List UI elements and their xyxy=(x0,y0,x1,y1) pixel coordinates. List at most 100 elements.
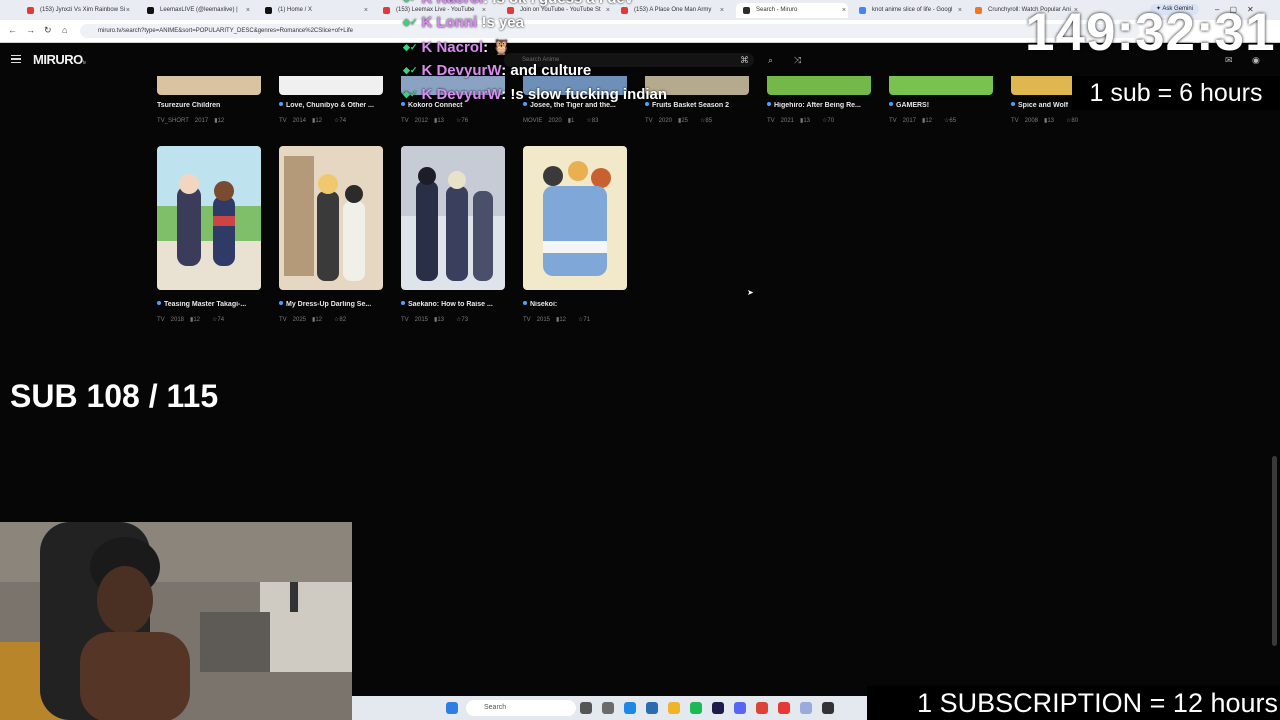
app-icon-red[interactable] xyxy=(778,702,790,714)
obs-icon[interactable] xyxy=(822,702,834,714)
browser-tab[interactable]: knot anime slice of life - Googl × xyxy=(852,3,964,18)
sub-count: ▮12 xyxy=(556,317,567,323)
site-logo[interactable]: MIRUROtv xyxy=(33,52,86,67)
anime-card[interactable]: Tsurezure Children TV_SHORT 2017 ▮12 xyxy=(157,102,263,124)
subscription-rule-banner: 1 SUBSCRIPTION = 12 hours xyxy=(867,686,1280,720)
anime-poster[interactable] xyxy=(645,76,749,95)
anime-title-text: Kokoro Connect xyxy=(408,102,463,109)
browser-tab[interactable]: (153) Jynxzi Vs Xim Rainbow Si × xyxy=(20,3,132,18)
task-view-icon[interactable] xyxy=(580,702,592,714)
anime-poster[interactable] xyxy=(889,76,993,95)
score: ☆74 xyxy=(334,118,347,124)
anime-card[interactable]: Kokoro Connect TV 2012 ▮13 ☆76 xyxy=(401,102,507,124)
anime-poster[interactable] xyxy=(523,146,627,290)
store-icon[interactable] xyxy=(646,702,658,714)
anime-title[interactable]: Tsurezure Children xyxy=(157,102,263,109)
chrome-icon[interactable] xyxy=(756,702,768,714)
poster-art-dressup xyxy=(279,146,383,290)
anime-card[interactable]: Saekano: How to Raise ... TV 2015 ▮13 ☆73 xyxy=(401,146,507,323)
browser-tab[interactable]: Join on YouTube - YouTube St × xyxy=(500,3,612,18)
sub-rule-banner: 1 sub = 6 hours xyxy=(1072,76,1280,110)
sub-count-value: 12 xyxy=(559,317,567,323)
shuffle-icon[interactable]: ⤨ xyxy=(794,55,801,66)
anime-meta: TV_SHORT 2017 ▮12 xyxy=(157,117,263,124)
discord-icon[interactable] xyxy=(734,702,746,714)
spotify-icon[interactable] xyxy=(690,702,702,714)
anime-type: TV xyxy=(1011,118,1019,124)
anime-card[interactable]: Higehiro: After Being Re... TV 2021 ▮13 ☆70 xyxy=(767,102,873,124)
menu-icon[interactable] xyxy=(11,55,21,63)
score-value: 82 xyxy=(339,317,347,323)
anime-card[interactable]: My Dress-Up Darling Se... TV 2025 ▮12 ☆82 xyxy=(279,146,385,323)
forward-icon[interactable]: → xyxy=(26,25,35,35)
search-icon[interactable]: ⌕ xyxy=(768,55,773,66)
scrollbar[interactable] xyxy=(1272,456,1277,646)
anime-poster[interactable] xyxy=(523,76,627,95)
tab-close-icon[interactable]: × xyxy=(958,3,962,18)
anime-title[interactable]: Love, Chunibyo & Other ... xyxy=(279,102,385,109)
anime-card[interactable]: Nisekoi: TV 2015 ▮12 ☆71 xyxy=(523,146,629,323)
anime-card[interactable]: Love, Chunibyo & Other ... TV 2014 ▮12 ☆74 xyxy=(279,102,385,124)
browser-tab[interactable]: (153) A Place One Man Army × xyxy=(614,3,726,18)
anime-title[interactable]: Nisekoi: xyxy=(523,301,629,308)
browser-tab[interactable]: (153) Leemax Live - YouTube × xyxy=(376,3,488,18)
anime-poster[interactable] xyxy=(279,76,383,95)
home-icon[interactable]: ⌂ xyxy=(62,25,67,35)
back-icon[interactable]: ← xyxy=(8,25,17,35)
anime-title[interactable]: Saekano: How to Raise ... xyxy=(401,301,507,308)
sub-count-value: 13 xyxy=(437,118,445,124)
anime-card[interactable]: Josee, the Tiger and the... MOVIE 2020 ▮1 ☆8… xyxy=(523,102,629,124)
taskbar-search[interactable]: Search xyxy=(466,700,576,716)
anime-card[interactable]: Fruits Basket Season 2 TV 2020 ▮25 ☆85 xyxy=(645,102,751,124)
sub-counter: SUB 108 / 115 xyxy=(10,378,219,414)
file-explorer-icon[interactable] xyxy=(668,702,680,714)
anime-poster[interactable] xyxy=(401,76,505,95)
anime-title[interactable]: GAMERS! xyxy=(889,102,995,109)
search-input[interactable]: Search Anime xyxy=(504,53,754,67)
anime-year: 2012 xyxy=(414,118,429,124)
tab-close-icon[interactable]: × xyxy=(364,3,368,18)
score-value: 83 xyxy=(591,118,599,124)
settings-icon[interactable] xyxy=(602,702,614,714)
sub-count: ▮12 xyxy=(922,118,933,124)
tab-close-icon[interactable]: × xyxy=(606,3,610,18)
tab-favicon-icon xyxy=(859,7,866,14)
anime-poster[interactable] xyxy=(401,146,505,290)
url-field[interactable]: miruro.tv/search?type=ANIME&sort=POPULAR… xyxy=(80,24,1140,38)
anime-card[interactable]: Teasing Master Takagi-... TV 2018 ▮12 ☆74 xyxy=(157,146,263,323)
app-icon-light[interactable] xyxy=(800,702,812,714)
tab-close-icon[interactable]: × xyxy=(246,3,250,18)
anime-poster[interactable] xyxy=(157,146,261,290)
reload-icon[interactable]: ↻ xyxy=(44,25,52,36)
anime-type: TV xyxy=(523,317,531,323)
anime-card[interactable]: GAMERS! TV 2017 ▮12 ☆65 xyxy=(889,102,995,124)
tab-close-icon[interactable]: × xyxy=(720,3,724,18)
premiere-icon[interactable] xyxy=(712,702,724,714)
tab-close-icon[interactable]: × xyxy=(842,3,846,18)
anime-title[interactable]: Teasing Master Takagi-... xyxy=(157,301,263,308)
anime-year: 2025 xyxy=(292,317,307,323)
browser-tab[interactable]: Search - Miruro × xyxy=(736,3,848,18)
tab-label: Join on YouTube - YouTube St xyxy=(520,7,601,13)
anime-poster[interactable] xyxy=(157,76,261,95)
edge-icon[interactable] xyxy=(624,702,636,714)
anime-title[interactable]: Kokoro Connect xyxy=(401,102,507,109)
tab-favicon-icon xyxy=(621,7,628,14)
anime-type: TV xyxy=(279,317,287,323)
anime-poster[interactable] xyxy=(279,146,383,290)
anime-title[interactable]: My Dress-Up Darling Se... xyxy=(279,301,385,308)
anime-title[interactable]: Higehiro: After Being Re... xyxy=(767,102,873,109)
sub-count-value: 12 xyxy=(217,118,225,124)
anime-poster[interactable] xyxy=(767,76,871,95)
start-icon[interactable] xyxy=(446,702,458,714)
browser-tab[interactable]: (1) Home / X × xyxy=(258,3,370,18)
tab-close-icon[interactable]: × xyxy=(482,3,486,18)
sub-count-value: 25 xyxy=(681,118,689,124)
tab-close-icon[interactable]: × xyxy=(126,3,130,18)
browser-tab[interactable]: LeemaxLIVE (@leemaxlive) | × xyxy=(140,3,252,18)
tab-favicon-icon xyxy=(383,7,390,14)
sub-count-value: 13 xyxy=(1047,118,1055,124)
anime-title[interactable]: Josee, the Tiger and the... xyxy=(523,102,629,109)
anime-title[interactable]: Fruits Basket Season 2 xyxy=(645,102,751,109)
tab-favicon-icon xyxy=(975,7,982,14)
